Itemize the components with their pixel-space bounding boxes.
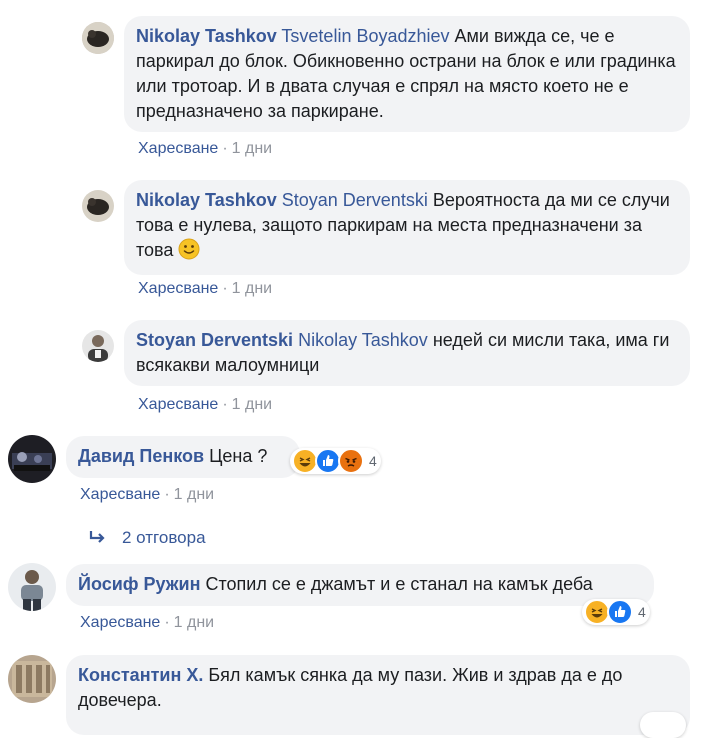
timestamp[interactable]: 1 дни [232,140,272,157]
separator-dot: · [164,486,170,503]
tagged-user[interactable]: Nikolay Tashkov [298,330,428,350]
like-link[interactable]: Харесване [138,280,218,297]
avatar[interactable] [8,435,56,483]
separator-dot: · [222,396,228,413]
timestamp[interactable]: 1 дни [174,614,214,631]
tagged-user[interactable]: Stoyan Derventski [282,190,428,210]
reactions-summary[interactable]: 4 [290,448,381,474]
replies-count-label[interactable]: 2 отговора [122,528,206,547]
avatar-image-icon [82,22,114,54]
comment-author[interactable]: Давид Пенков [78,446,204,466]
like-link[interactable]: Харесване [80,486,160,503]
avatar-image-icon [8,435,56,483]
comment-bubble: Nikolay Tashkov Tsvetelin Boyadzhiev Ами… [124,16,690,132]
comment-bubble: Nikolay Tashkov Stoyan Derventski Вероят… [124,180,690,275]
avatar-image-icon [82,330,114,362]
reply-arrow-icon [88,528,108,548]
reactions-summary[interactable]: 4 [582,599,650,625]
separator-dot: · [222,140,228,157]
comment-bubble: Константин Х. Бял камък сянка да му пази… [66,655,690,735]
comment-bubble: Stoyan Derventski Nikolay Tashkov недей … [124,320,690,386]
timestamp[interactable]: 1 дни [232,280,272,297]
avatar[interactable] [8,563,56,611]
timestamp[interactable]: 1 дни [232,396,272,413]
reaction-count: 4 [369,453,377,469]
angry-reaction-icon [338,448,364,474]
comment-bubble: Давид Пенков Цена ? [66,436,300,478]
comment-bubble: Йосиф Ружин Стопил се е джамът и е стана… [66,564,654,606]
comment-text: Цена ? [209,446,268,466]
reactions-summary[interactable] [640,712,686,738]
slightly-smiling-face-icon [178,238,200,267]
comment-author[interactable]: Nikolay Tashkov [136,26,277,46]
avatar[interactable] [82,190,114,222]
comment-actions: Харесване · 1 дни [80,614,214,632]
comment-author[interactable]: Nikolay Tashkov [136,190,277,210]
comment-actions: Харесване · 1 дни [138,396,272,414]
avatar[interactable] [8,655,56,703]
avatar[interactable] [82,22,114,54]
avatar-image-icon [82,190,114,222]
avatar-image-icon [8,563,56,611]
like-link[interactable]: Харесване [80,614,160,631]
comment-actions: Харесване · 1 дни [80,486,214,504]
comment-text: Стопил се е джамът и е станал на камък д… [205,574,593,594]
separator-dot: · [164,614,170,631]
comment-author[interactable]: Stoyan Derventski [136,330,293,350]
separator-dot: · [222,280,228,297]
reaction-count: 4 [638,604,646,620]
timestamp[interactable]: 1 дни [174,486,214,503]
view-replies-link[interactable]: 2 отговора [88,528,206,548]
comment-actions: Харесване · 1 дни [138,140,272,158]
comment-author[interactable]: Йосиф Ружин [78,574,200,594]
comment-actions: Харесване · 1 дни [138,280,272,298]
comment-author[interactable]: Константин Х. [78,665,203,685]
avatar-image-icon [8,655,56,703]
like-reaction-icon [607,599,633,625]
avatar[interactable] [82,330,114,362]
like-link[interactable]: Харесване [138,140,218,157]
like-link[interactable]: Харесване [138,396,218,413]
tagged-user[interactable]: Tsvetelin Boyadzhiev [281,26,449,46]
